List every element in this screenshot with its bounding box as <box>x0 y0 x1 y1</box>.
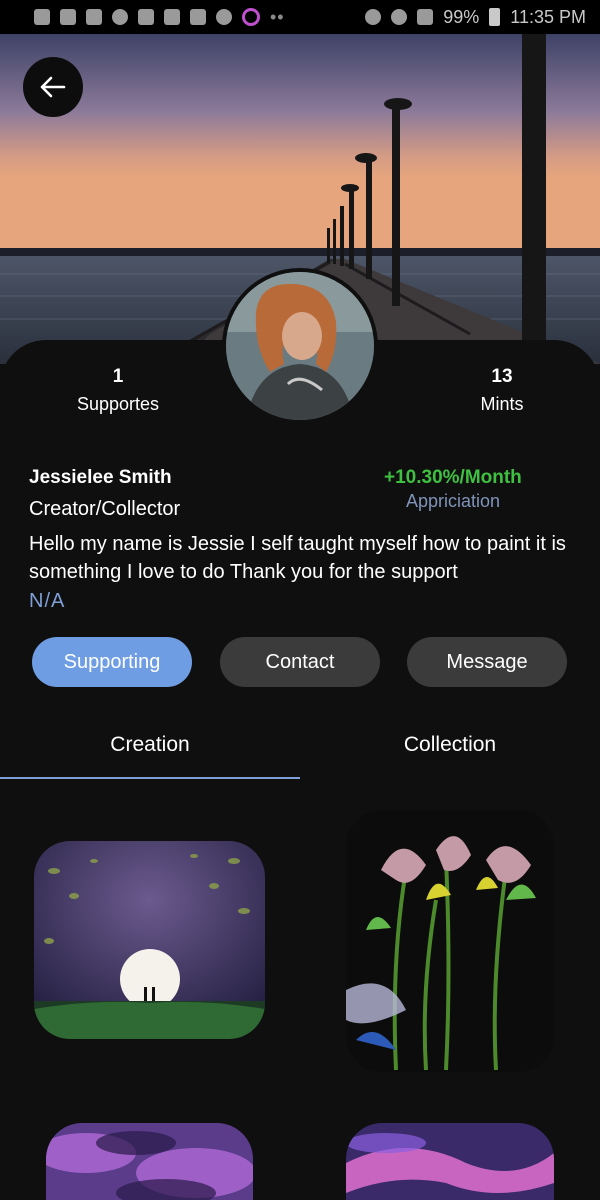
abstract-purple-thumbnail <box>46 1123 253 1200</box>
hand-icon <box>34 9 50 25</box>
status-bar-left-icons: •• <box>34 7 285 28</box>
creation-card[interactable] <box>346 810 554 1072</box>
wifi-icon <box>391 9 408 25</box>
status-bar-right-icons: 99% 11:35 PM <box>365 7 586 28</box>
mints-count: 13 <box>491 366 513 387</box>
mints-label: Mints <box>480 394 524 414</box>
appreciation-label: Appriciation <box>406 491 501 511</box>
battery-percent: 99% <box>443 6 480 27</box>
profile-role: Creator/Collector <box>29 498 181 520</box>
supporters-label: Supportes <box>76 394 160 414</box>
back-button[interactable] <box>23 57 83 117</box>
message-button[interactable]: Message <box>407 637 567 687</box>
vibrate-icon <box>365 9 382 25</box>
tab-active-indicator <box>0 777 300 779</box>
appreciation-rate: +10.30%/Month <box>384 467 522 488</box>
creation-card[interactable] <box>46 1123 253 1200</box>
figure-icon <box>112 9 128 25</box>
profile-link[interactable]: N/A <box>29 590 65 613</box>
more-notifications-icon: •• <box>270 6 285 27</box>
signal-icon <box>417 9 434 25</box>
lock-icon <box>138 9 154 25</box>
profile-bio: Hello my name is Jessie I self taught my… <box>29 533 566 583</box>
arrow-left-icon <box>40 76 66 98</box>
moon-painting-thumbnail <box>34 841 265 1039</box>
contact-button[interactable]: Contact <box>220 637 380 687</box>
status-bar: •• 99% 11:35 PM <box>0 0 600 34</box>
tulip-painting-thumbnail <box>346 810 554 1072</box>
shield-icon <box>216 9 232 25</box>
supporters-count: 1 <box>112 366 124 387</box>
avatar-photo <box>226 272 374 420</box>
tab-collection[interactable]: Collection <box>300 733 600 757</box>
app-icon <box>164 9 180 25</box>
clock: 11:35 PM <box>510 6 586 27</box>
creation-card[interactable] <box>34 841 265 1039</box>
battery-icon <box>489 8 501 26</box>
tab-creation[interactable]: Creation <box>0 733 300 757</box>
mail-icon <box>190 9 206 25</box>
phone-icon <box>86 9 102 25</box>
hand-icon <box>60 9 76 25</box>
profile-name: Jessielee Smith <box>29 467 172 488</box>
mints-stat[interactable]: 13 Mints <box>422 366 582 415</box>
app-ring-icon <box>242 8 260 26</box>
supporters-stat[interactable]: 1 Supportes <box>38 366 198 415</box>
supporting-button[interactable]: Supporting <box>32 637 192 687</box>
abstract-pink-thumbnail <box>346 1123 554 1200</box>
creation-card[interactable] <box>346 1123 554 1200</box>
avatar[interactable] <box>222 268 378 424</box>
